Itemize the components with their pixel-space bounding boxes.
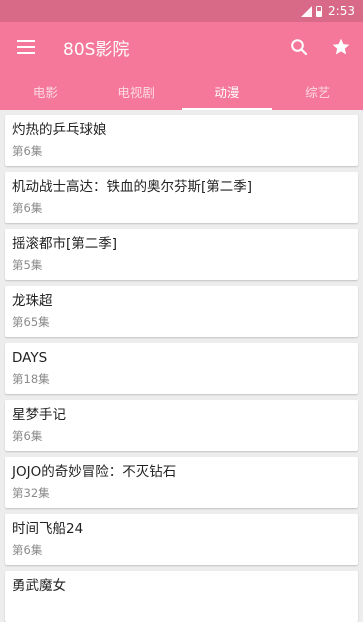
item-title: DAYS — [12, 350, 48, 366]
status-bar: 2:53 — [0, 0, 363, 22]
item-episodes: 第32集 — [12, 486, 50, 500]
item-episodes: 第6集 — [12, 201, 43, 215]
item-episodes: 第6集 — [12, 429, 43, 443]
list-item[interactable]: JOJO的奇妙冒险：不灭钻石 第32集 — [5, 457, 358, 508]
battery-icon — [316, 5, 323, 17]
item-title: 龙珠超 — [12, 293, 53, 309]
anime-list: 灼热的乒乓球娘 第6集 机动战士高达：铁血的奥尔芬斯[第二季] 第6集 摇滚都市… — [0, 110, 363, 622]
signal-icon — [301, 5, 313, 17]
app-actions — [269, 22, 353, 72]
menu-icon[interactable] — [17, 40, 35, 54]
status-time: 2:53 — [328, 4, 355, 18]
list-item[interactable]: DAYS 第18集 — [5, 343, 358, 394]
item-episodes: 第5集 — [12, 258, 43, 272]
app-title: 80S影院 — [63, 39, 130, 60]
list-item[interactable]: 星梦手记 第6集 — [5, 400, 358, 451]
tab-tv-series[interactable]: 电视剧 — [91, 72, 182, 110]
tab-anime[interactable]: 动漫 — [181, 72, 273, 110]
item-title: 摇滚都市[第二季] — [12, 236, 118, 252]
list-item[interactable]: 机动战士高达：铁血的奥尔芬斯[第二季] 第6集 — [5, 172, 358, 223]
app-bar: 80S影院 — [0, 22, 363, 72]
item-episodes: 第6集 — [12, 543, 43, 557]
item-episodes: 第18集 — [12, 372, 50, 386]
item-title: 时间飞船24 — [12, 521, 84, 537]
search-icon[interactable] — [287, 35, 311, 59]
item-episodes: 第65集 — [12, 315, 50, 329]
item-episodes: 第6集 — [12, 144, 43, 158]
item-title: 星梦手记 — [12, 407, 66, 423]
category-tabs: 电影 电视剧 动漫 综艺 — [0, 72, 363, 110]
item-title: JOJO的奇妙冒险：不灭钻石 — [12, 464, 177, 480]
star-icon[interactable] — [329, 35, 353, 59]
item-title: 勇武魔女 — [12, 578, 66, 594]
item-title: 机动战士高达：铁血的奥尔芬斯[第二季] — [12, 179, 253, 195]
list-item[interactable]: 摇滚都市[第二季] 第5集 — [5, 229, 358, 280]
tab-variety[interactable]: 综艺 — [272, 72, 363, 110]
list-item[interactable]: 灼热的乒乓球娘 第6集 — [5, 115, 358, 166]
list-item[interactable]: 时间飞船24 第6集 — [5, 514, 358, 565]
tab-movies[interactable]: 电影 — [0, 72, 91, 110]
item-title: 灼热的乒乓球娘 — [12, 122, 107, 138]
list-item[interactable]: 勇武魔女 — [5, 571, 358, 622]
list-item[interactable]: 龙珠超 第65集 — [5, 286, 358, 337]
